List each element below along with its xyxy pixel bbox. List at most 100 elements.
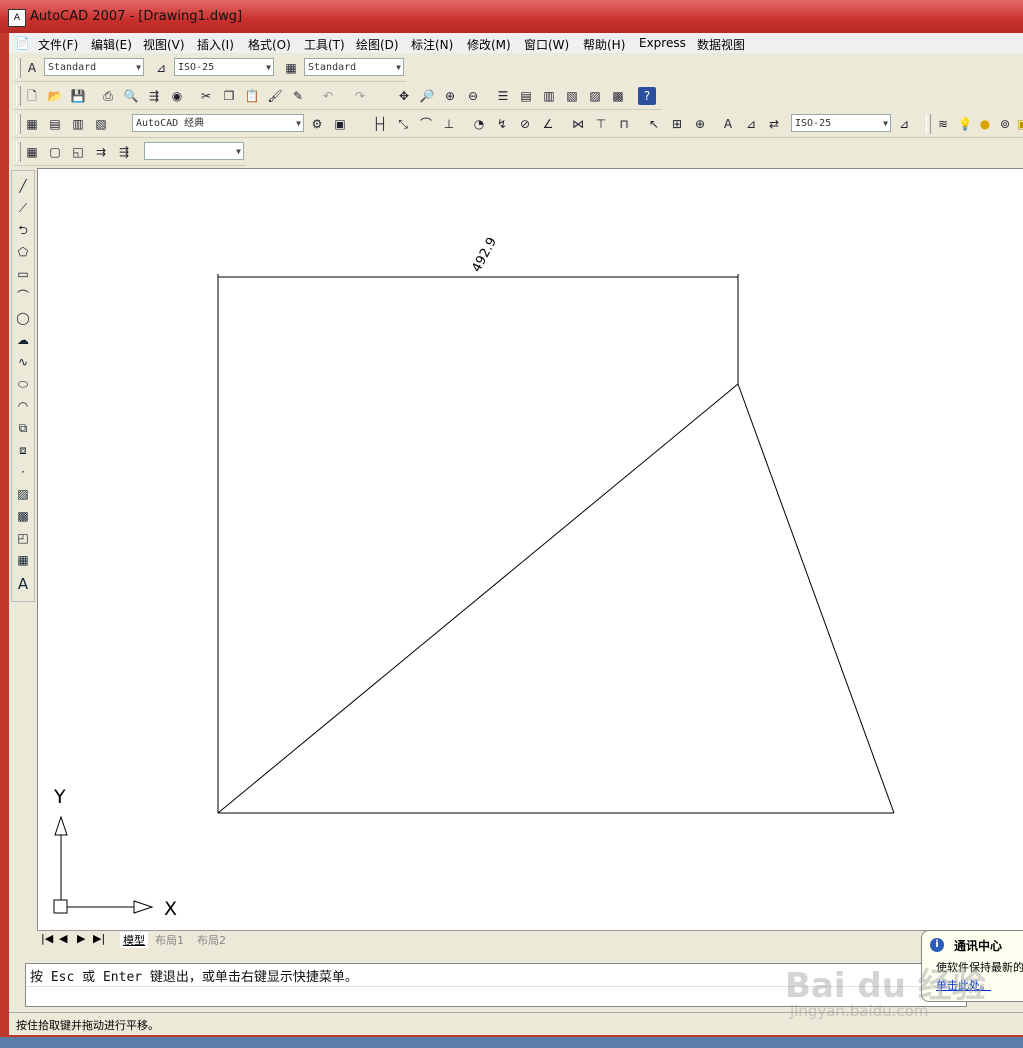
tab-next-icon[interactable]: ▶ (77, 932, 85, 945)
zoom-previous-icon[interactable]: ⊖ (464, 87, 482, 105)
text-style-icon[interactable]: A (23, 59, 41, 77)
layer-manager-icon[interactable]: ≋ (934, 115, 952, 133)
layer-combo[interactable]: ▼ (144, 142, 244, 160)
arc-length-icon[interactable]: ⌒ (417, 115, 435, 133)
save-icon[interactable]: 💾 (69, 87, 87, 105)
paste-icon[interactable]: 📋 (243, 87, 261, 105)
markup-icon[interactable]: ▨ (586, 87, 604, 105)
cut-icon[interactable]: ✂ (197, 87, 215, 105)
table-style-icon[interactable]: ▦ (282, 59, 300, 77)
quick-dim-icon[interactable]: ⋈ (569, 115, 587, 133)
tab-layout1[interactable]: 布局1 (155, 932, 184, 948)
arc-icon[interactable]: ⌒ (14, 287, 32, 305)
diameter-dim-icon[interactable]: ⊘ (516, 115, 534, 133)
workspace-settings-icon[interactable]: ▤ (46, 115, 64, 133)
publish-icon[interactable]: ⇶ (145, 87, 163, 105)
linear-dim-icon[interactable]: ├┤ (371, 115, 389, 133)
gradient-icon[interactable]: ▩ (14, 507, 32, 525)
tab-model[interactable]: 模型 (120, 932, 148, 948)
plot-preview-icon[interactable]: 🔍 (122, 87, 140, 105)
match-properties-icon[interactable]: 🖌 (266, 87, 284, 105)
dim-edit-icon[interactable]: A (719, 115, 737, 133)
polygon-icon[interactable]: ⬠ (14, 243, 32, 261)
zoom-realtime-icon[interactable]: 🔎 (418, 87, 436, 105)
center-mark-icon[interactable]: ⊕ (691, 115, 709, 133)
tab-first-icon[interactable]: |◀ (41, 932, 53, 945)
tab-prev-icon[interactable]: ◀ (59, 932, 67, 945)
properties-icon[interactable]: ☰ (494, 87, 512, 105)
block-editor-icon[interactable]: ✎ (289, 87, 307, 105)
toolbar-grip[interactable] (926, 114, 931, 134)
menu-file[interactable]: 文件(F) (38, 36, 78, 53)
layer-isolate-icon[interactable]: ⇉ (92, 143, 110, 161)
design-center-icon[interactable]: ▤ (517, 87, 535, 105)
ellipse-icon[interactable]: ⬭ (14, 375, 32, 393)
workspace-save-icon[interactable]: ⚙ (308, 115, 326, 133)
copy-icon[interactable]: ❐ (220, 87, 238, 105)
ellipse-arc-icon[interactable]: ◠ (14, 397, 32, 415)
revision-cloud-icon[interactable]: ☁ (14, 331, 32, 349)
make-block-icon[interactable]: ⧈ (14, 441, 32, 459)
dim-style2-combo[interactable]: ISO-25 ▼ (791, 114, 891, 132)
layer-walk-icon[interactable]: ⇶ (115, 143, 133, 161)
workspace-icon[interactable]: ▦ (23, 115, 41, 133)
point-icon[interactable]: · (14, 463, 32, 481)
toolbar-grip[interactable] (16, 58, 21, 78)
multiline-text-icon[interactable]: A (14, 575, 32, 593)
menu-format[interactable]: 格式(O) (248, 36, 291, 53)
calculator-icon[interactable]: ▩ (609, 87, 627, 105)
publish-web-icon[interactable]: ◉ (168, 87, 186, 105)
sheet-set-icon[interactable]: ▧ (563, 87, 581, 105)
layout-settings-icon[interactable]: ▧ (92, 115, 110, 133)
tool-palettes-icon[interactable]: ▥ (540, 87, 558, 105)
print-icon[interactable]: ⎙ (99, 87, 117, 105)
continue-dim-icon[interactable]: ⊓ (615, 115, 633, 133)
menu-edit[interactable]: 编辑(E) (91, 36, 132, 53)
tab-last-icon[interactable]: ▶| (93, 932, 105, 945)
quick-leader-icon[interactable]: ↖ (645, 115, 663, 133)
table-style-combo[interactable]: Standard ▼ (304, 58, 404, 76)
dimension-label[interactable]: 492.9 (469, 235, 500, 275)
menu-help[interactable]: 帮助(H) (583, 36, 625, 53)
toolbar-grip[interactable] (16, 114, 21, 134)
menu-modify[interactable]: 修改(M) (467, 36, 511, 53)
toolbar-grip[interactable] (16, 86, 21, 106)
layer-match-icon[interactable]: ◱ (69, 143, 87, 161)
jogged-dim-icon[interactable]: ↯ (493, 115, 511, 133)
workspace-combo[interactable]: AutoCAD 经典 ▼ (132, 114, 304, 132)
make-current-icon[interactable]: ▦ (23, 143, 41, 161)
diagonal-line[interactable] (217, 383, 739, 814)
baseline-dim-icon[interactable]: ⊤ (592, 115, 610, 133)
layer-color-icon[interactable]: ▣ (1014, 115, 1023, 133)
new-file-icon[interactable]: 🗋 (23, 87, 41, 105)
line-icon[interactable]: ╱ (14, 177, 32, 195)
table-icon[interactable]: ▦ (14, 551, 32, 569)
angular-dim-icon[interactable]: ∠ (539, 115, 557, 133)
lock-icon[interactable]: ⊚ (996, 115, 1014, 133)
undo-icon[interactable]: ↶ (319, 87, 337, 105)
help-icon[interactable]: ? (638, 87, 656, 105)
layout-icon[interactable]: ▥ (69, 115, 87, 133)
redo-icon[interactable]: ↷ (351, 87, 369, 105)
doc-icon[interactable]: 📄 (15, 36, 30, 50)
right-edge-line[interactable] (737, 383, 895, 814)
menu-tools[interactable]: 工具(T) (304, 36, 345, 53)
zoom-window-icon[interactable]: ⊕ (441, 87, 459, 105)
polyline-icon[interactable]: ⮌ (14, 221, 32, 239)
tolerance-icon[interactable]: ⊞ (668, 115, 686, 133)
pan-icon[interactable]: ✥ (395, 87, 413, 105)
spline-icon[interactable]: ∿ (14, 353, 32, 371)
dim-style-combo[interactable]: ISO-25 ▼ (174, 58, 274, 76)
toolbar-grip[interactable] (16, 142, 21, 162)
sun-icon[interactable]: ● (976, 115, 994, 133)
ordinate-dim-icon[interactable]: ⊥ (440, 115, 458, 133)
dim-style-icon[interactable]: ⊿ (152, 59, 170, 77)
construction-line-icon[interactable]: ⟋ (14, 199, 32, 217)
open-file-icon[interactable]: 📂 (46, 87, 64, 105)
aligned-dim-icon[interactable]: ⤡ (394, 115, 412, 133)
dim-style-manager-icon[interactable]: ⊿ (895, 115, 913, 133)
menu-window[interactable]: 窗口(W) (524, 36, 569, 53)
menu-dataview[interactable]: 数据视图 (697, 36, 745, 53)
menu-view[interactable]: 视图(V) (143, 36, 185, 53)
hatch-icon[interactable]: ▨ (14, 485, 32, 503)
